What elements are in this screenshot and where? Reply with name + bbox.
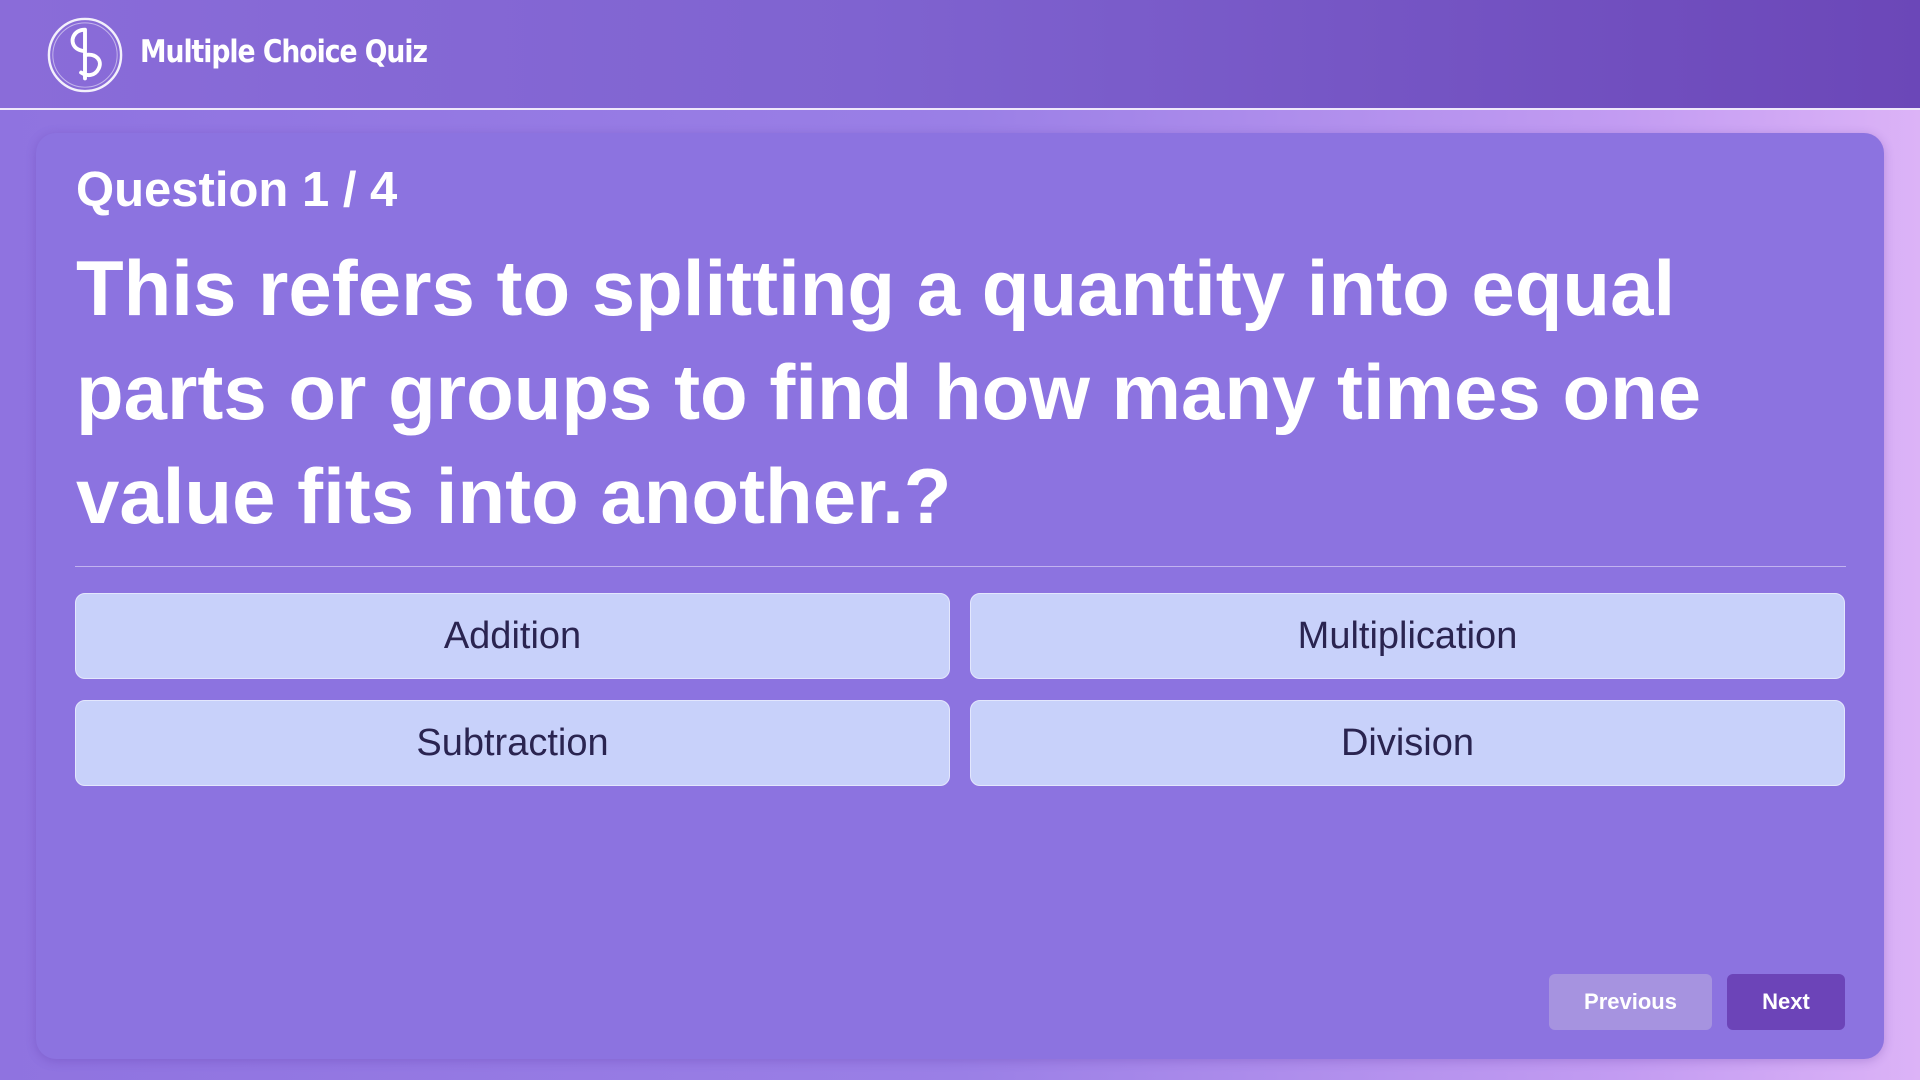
divider <box>75 566 1846 567</box>
answer-option-multiplication[interactable]: Multiplication <box>970 593 1845 679</box>
answer-option-subtraction[interactable]: Subtraction <box>75 700 950 786</box>
next-button[interactable]: Next <box>1727 974 1845 1030</box>
logo-icon <box>47 17 123 93</box>
quiz-card: Question 1 / 4 This refers to splitting … <box>36 133 1884 1059</box>
question-text: This refers to splitting a quantity into… <box>76 244 1702 540</box>
app-header: Multiple Choice Quiz <box>0 0 1920 110</box>
answer-option-division[interactable]: Division <box>970 700 1845 786</box>
question-counter: Question 1 / 4 <box>76 163 398 217</box>
app-title: Multiple Choice Quiz <box>140 34 428 70</box>
answer-option-addition[interactable]: Addition <box>75 593 950 679</box>
previous-button[interactable]: Previous <box>1549 974 1712 1030</box>
